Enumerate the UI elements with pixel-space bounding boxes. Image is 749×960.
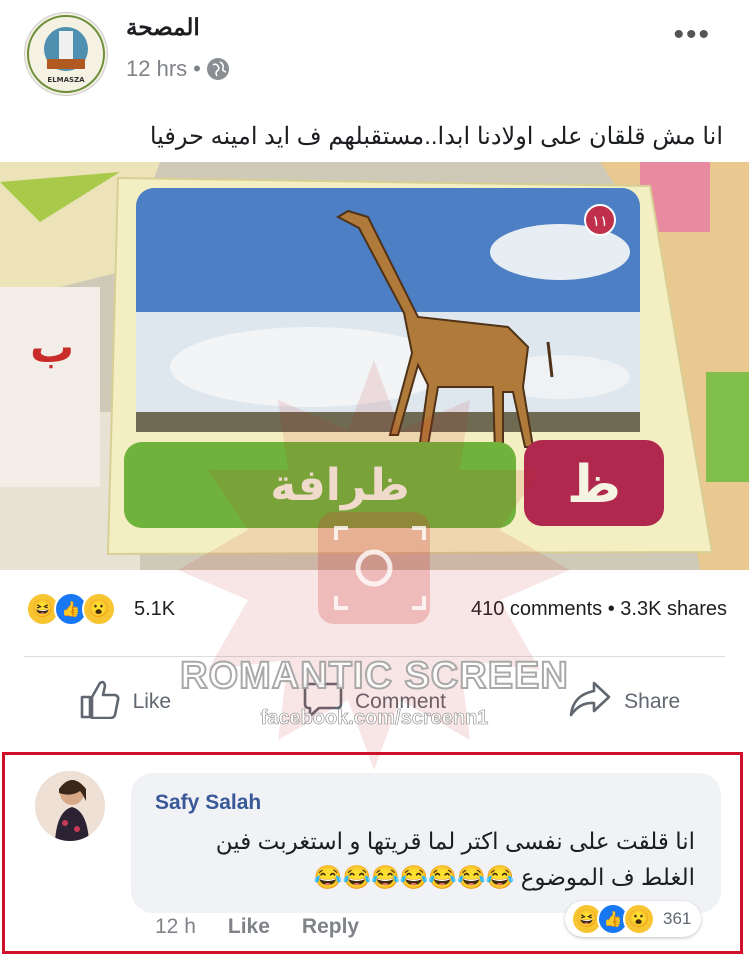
like-label: Like — [132, 690, 172, 713]
card-number: ١١ — [592, 212, 608, 230]
page-logo: ELMASZA — [27, 15, 105, 93]
commenter-name[interactable]: Safy Salah — [155, 791, 261, 815]
comment-button[interactable]: Comment — [250, 672, 500, 732]
card-letter: ظ — [567, 455, 621, 515]
giraffe-card-image: ب ١١ ظرافة ظ — [0, 162, 749, 570]
comment-text-line-1: انا قلقت على نفسى اكتر لما قريتها و استغ… — [215, 828, 695, 854]
page-name[interactable]: المصحة — [126, 14, 200, 41]
more-options-button[interactable]: ••• — [673, 18, 711, 52]
reaction-icons[interactable]: 😆 👍 😮 — [26, 592, 116, 626]
comment-time[interactable]: 12 h — [155, 915, 196, 939]
meta-separator: • — [193, 56, 201, 81]
page-logo-text: ELMASZA — [47, 76, 85, 84]
share-button[interactable]: Share — [499, 672, 749, 732]
highlighted-comment: Safy Salah انا قلقت على نفسى اكتر لما قر… — [2, 752, 743, 954]
post-action-bar: Like Comment Share — [0, 672, 749, 732]
comment-reactions[interactable]: 😆 👍 😮 361 — [565, 901, 702, 937]
comment-label: Comment — [354, 690, 447, 713]
share-label: Share — [624, 690, 681, 713]
page-avatar[interactable]: ELMASZA — [24, 12, 108, 96]
divider — [24, 656, 725, 657]
comment-reply-button[interactable]: Reply — [302, 915, 359, 939]
globe-icon — [206, 58, 229, 80]
comment-actions: 12 h Like Reply — [155, 915, 359, 939]
wow-reaction-icon: 😮 — [623, 903, 655, 935]
post-text: انا مش قلقان على اولادنا ابدا..مستقبلهم … — [149, 123, 723, 150]
post-meta: 12 hrs • — [126, 56, 229, 82]
shares-count[interactable]: 3.3K shares — [620, 598, 727, 620]
comment-text: انا قلقت على نفسى اكتر لما قريتها و استغ… — [155, 823, 695, 895]
post-time[interactable]: 12 hrs — [126, 56, 187, 82]
post-photo[interactable]: ب ١١ ظرافة ظ — [0, 162, 749, 570]
commenter-avatar[interactable] — [35, 771, 105, 841]
comment-bubble-icon — [303, 680, 343, 724]
stats-dot: • — [607, 598, 615, 620]
comment-bubble: Safy Salah انا قلقت على نفسى اكتر لما قر… — [131, 773, 721, 913]
svg-text:ب: ب — [30, 322, 74, 373]
like-button[interactable]: Like — [0, 672, 250, 732]
wow-reaction-icon: 😮 — [82, 592, 116, 626]
comment-text-line-2: الغلط ف الموضوع 😂😂😂😂😂😂😂 — [313, 864, 695, 890]
comment-share-stats: 410 comments • 3.3K shares — [471, 598, 727, 621]
card-word: ظرافة — [270, 460, 409, 511]
comment-reaction-count: 361 — [663, 909, 692, 928]
reaction-count[interactable]: 5.1K — [134, 598, 175, 621]
post-header: ELMASZA المصحة 12 hrs • ••• — [0, 0, 749, 110]
thumbs-up-icon — [79, 679, 121, 725]
comments-count[interactable]: 410 comments — [471, 598, 602, 620]
post-stats: 😆 👍 😮 5.1K 410 comments • 3.3K shares — [0, 588, 749, 632]
comment-like-button[interactable]: Like — [228, 915, 270, 939]
share-arrow-icon — [568, 680, 612, 724]
